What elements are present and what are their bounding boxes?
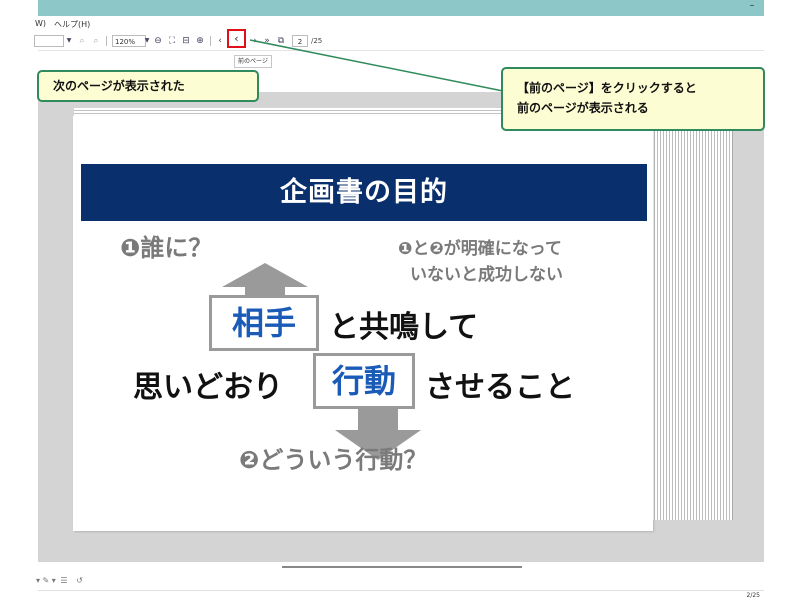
page-number-input[interactable]: 2 — [292, 35, 308, 47]
zoom-in-icon[interactable]: ⊕ — [194, 35, 206, 47]
history-icon[interactable]: ↺ — [76, 576, 83, 585]
copy-page-icon[interactable]: ⧉ — [275, 35, 287, 47]
action-box: 行動 — [313, 353, 415, 409]
chevron-left-icon: ‹ — [234, 32, 239, 45]
slide-page: 企画書の目的 ❶誰に？ ❶と❷が明確になって いないと成功しない 相手 と共鳴し… — [73, 116, 653, 531]
prev-page-button[interactable]: ‹ — [227, 29, 246, 48]
action-question: ❷どういう行動？ — [239, 446, 428, 474]
chevron-down-icon[interactable]: ▼ — [63, 35, 75, 47]
fit-page-icon[interactable]: ⛶ — [166, 35, 178, 47]
toolbar-separator — [210, 36, 211, 46]
toolbar-separator — [106, 36, 107, 46]
minimize-button[interactable]: – — [746, 1, 758, 13]
menu-item-partial[interactable]: W) — [35, 19, 46, 28]
horizontal-scrollbar[interactable] — [282, 566, 522, 568]
menu-bar: W) ヘルプ(H) — [35, 16, 764, 32]
last-page-icon[interactable]: » — [261, 35, 273, 47]
pen-icon[interactable]: ▾ ✎ ▾ — [36, 576, 56, 585]
line2-suffix: させること — [425, 370, 575, 405]
tool-select-field[interactable] — [34, 35, 64, 47]
who-question: ❶誰に？ — [120, 234, 213, 262]
note-line-2: いないと成功しない — [410, 265, 563, 285]
status-area: ▾ ✎ ▾ ☰ ↺ 2/25 — [36, 562, 764, 601]
line2-prefix: 思いどおり — [133, 370, 283, 405]
document-viewer[interactable]: 企画書の目的 ❶誰に？ ❶と❷が明確になって いないと成功しない 相手 と共鳴し… — [38, 92, 764, 562]
list-icon[interactable]: ☰ — [60, 576, 67, 585]
note-line-1: ❶と❷が明確になって — [398, 239, 562, 259]
page-stack — [652, 114, 733, 520]
callout-prev-page-line1: 【前のページ】をクリックすると — [517, 81, 697, 95]
partner-box: 相手 — [209, 295, 319, 351]
status-page-indicator: 2/25 — [746, 592, 760, 599]
callout-prev-page: 【前のページ】をクリックすると 前のページが表示される — [501, 67, 765, 131]
slide-title: 企画書の目的 — [81, 164, 647, 221]
zoom-area-icon[interactable]: ⌕ — [76, 35, 88, 47]
status-bar: 2/25 — [38, 590, 764, 601]
callout-prev-page-line2: 前のページが表示される — [517, 101, 649, 115]
menu-item-help[interactable]: ヘルプ(H) — [54, 19, 90, 30]
callout-next-page: 次のページが表示された — [37, 70, 259, 102]
annotation-tools: ▾ ✎ ▾ ☰ ↺ — [36, 576, 83, 585]
zoom-out-icon[interactable]: ⊖ — [152, 35, 164, 47]
prev-page-tooltip: 前のページ — [234, 55, 272, 68]
line1-rest: と共鳴して — [329, 310, 479, 345]
title-bar: – — [38, 0, 764, 16]
next-page-icon[interactable]: › — [249, 35, 261, 47]
fit-width-icon[interactable]: ⊟ — [180, 35, 192, 47]
toolbar: ▼ ⌕ ⌕ 120% ▼ ⊖ ⛶ ⊟ ⊕ ‹ › » ⧉ 2 /25 — [34, 32, 764, 51]
first-page-icon[interactable]: ‹ — [214, 35, 226, 47]
zoom-out-area-icon[interactable]: ⌕ — [90, 35, 102, 47]
callout-next-page-text: 次のページが表示された — [53, 79, 185, 93]
page-total: /25 — [311, 37, 323, 45]
